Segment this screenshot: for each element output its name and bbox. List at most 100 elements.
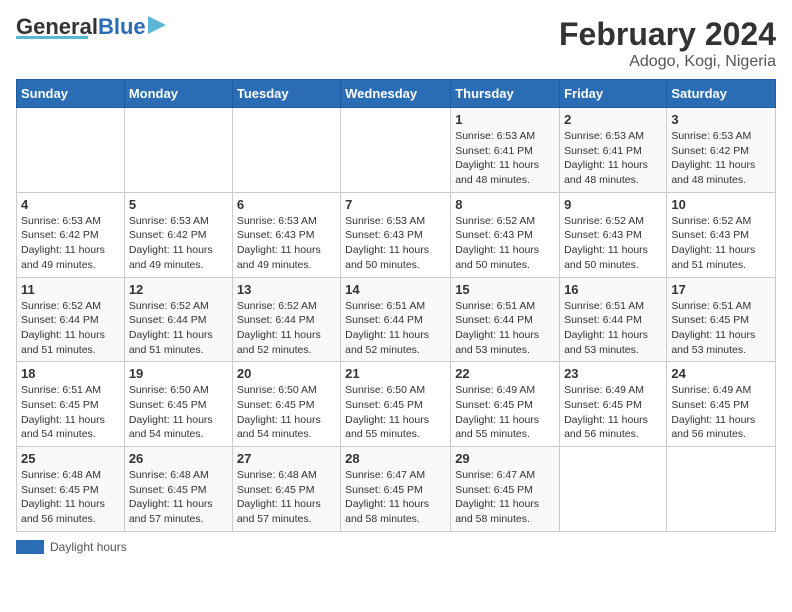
day-info: Sunrise: 6:53 AMSunset: 6:41 PMDaylight:…	[455, 129, 555, 188]
day-number: 29	[455, 451, 555, 466]
day-number: 21	[345, 366, 446, 381]
calendar-cell: 6 Sunrise: 6:53 AMSunset: 6:43 PMDaylight…	[232, 192, 340, 277]
weekday-header: Friday	[560, 80, 667, 108]
day-info: Sunrise: 6:48 AMSunset: 6:45 PMDaylight:…	[237, 468, 336, 527]
day-info: Sunrise: 6:53 AMSunset: 6:42 PMDaylight:…	[21, 214, 120, 273]
calendar-cell: 5 Sunrise: 6:53 AMSunset: 6:42 PMDaylight…	[124, 192, 232, 277]
day-info: Sunrise: 6:50 AMSunset: 6:45 PMDaylight:…	[129, 383, 228, 442]
day-info: Sunrise: 6:49 AMSunset: 6:45 PMDaylight:…	[455, 383, 555, 442]
day-info: Sunrise: 6:51 AMSunset: 6:44 PMDaylight:…	[345, 299, 446, 358]
day-number: 5	[129, 197, 228, 212]
day-number: 25	[21, 451, 120, 466]
calendar-cell: 14Sunrise: 6:51 AMSunset: 6:44 PMDayligh…	[341, 277, 451, 362]
weekday-header: Saturday	[667, 80, 776, 108]
day-number: 16	[564, 282, 662, 297]
day-info: Sunrise: 6:52 AMSunset: 6:43 PMDaylight:…	[671, 214, 771, 273]
day-number: 24	[671, 366, 771, 381]
weekday-header: Tuesday	[232, 80, 340, 108]
day-number: 11	[21, 282, 120, 297]
day-info: Sunrise: 6:52 AMSunset: 6:44 PMDaylight:…	[21, 299, 120, 358]
calendar-cell: 4 Sunrise: 6:53 AMSunset: 6:42 PMDaylight…	[17, 192, 125, 277]
day-info: Sunrise: 6:52 AMSunset: 6:44 PMDaylight:…	[129, 299, 228, 358]
day-number: 3	[671, 112, 771, 127]
day-info: Sunrise: 6:50 AMSunset: 6:45 PMDaylight:…	[345, 383, 446, 442]
day-info: Sunrise: 6:47 AMSunset: 6:45 PMDaylight:…	[455, 468, 555, 527]
header-row: SundayMondayTuesdayWednesdayThursdayFrid…	[17, 80, 776, 108]
logo-text: GeneralBlue	[16, 16, 146, 38]
day-number: 8	[455, 197, 555, 212]
day-number: 19	[129, 366, 228, 381]
day-number: 26	[129, 451, 228, 466]
calendar-cell: 8 Sunrise: 6:52 AMSunset: 6:43 PMDaylight…	[451, 192, 560, 277]
calendar-cell: 23 Sunrise: 6:49 AMSunset: 6:45 PMDayligh…	[560, 362, 667, 447]
day-info: Sunrise: 6:53 AMSunset: 6:43 PMDaylight:…	[237, 214, 336, 273]
day-number: 13	[237, 282, 336, 297]
calendar-cell: 22Sunrise: 6:49 AMSunset: 6:45 PMDayligh…	[451, 362, 560, 447]
calendar-cell: 13 Sunrise: 6:52 AMSunset: 6:44 PMDayligh…	[232, 277, 340, 362]
legend: Daylight hours	[16, 540, 776, 554]
weekday-header: Thursday	[451, 80, 560, 108]
calendar-cell: 19 Sunrise: 6:50 AMSunset: 6:45 PMDayligh…	[124, 362, 232, 447]
day-number: 1	[455, 112, 555, 127]
day-info: Sunrise: 6:52 AMSunset: 6:44 PMDaylight:…	[237, 299, 336, 358]
page-header: GeneralBlue February 2024 Adogo, Kogi, N…	[16, 16, 776, 71]
day-number: 4	[21, 197, 120, 212]
day-info: Sunrise: 6:48 AMSunset: 6:45 PMDaylight:…	[21, 468, 120, 527]
calendar-cell: 12 Sunrise: 6:52 AMSunset: 6:44 PMDayligh…	[124, 277, 232, 362]
day-number: 15	[455, 282, 555, 297]
calendar-cell	[17, 108, 125, 193]
calendar-cell	[124, 108, 232, 193]
day-number: 27	[237, 451, 336, 466]
day-info: Sunrise: 6:51 AMSunset: 6:44 PMDaylight:…	[564, 299, 662, 358]
day-info: Sunrise: 6:52 AMSunset: 6:43 PMDaylight:…	[455, 214, 555, 273]
calendar-week-row: 4 Sunrise: 6:53 AMSunset: 6:42 PMDaylight…	[17, 192, 776, 277]
calendar-cell: 27 Sunrise: 6:48 AMSunset: 6:45 PMDayligh…	[232, 447, 340, 532]
day-info: Sunrise: 6:53 AMSunset: 6:43 PMDaylight:…	[345, 214, 446, 273]
weekday-header: Wednesday	[341, 80, 451, 108]
calendar-table: SundayMondayTuesdayWednesdayThursdayFrid…	[16, 79, 776, 532]
day-info: Sunrise: 6:49 AMSunset: 6:45 PMDaylight:…	[564, 383, 662, 442]
weekday-header: Sunday	[17, 80, 125, 108]
calendar-cell: 7 Sunrise: 6:53 AMSunset: 6:43 PMDaylight…	[341, 192, 451, 277]
calendar-cell: 16 Sunrise: 6:51 AMSunset: 6:44 PMDayligh…	[560, 277, 667, 362]
legend-label: Daylight hours	[50, 540, 127, 554]
weekday-header: Monday	[124, 80, 232, 108]
page-title: February 2024	[559, 16, 776, 53]
calendar-week-row: 25 Sunrise: 6:48 AMSunset: 6:45 PMDayligh…	[17, 447, 776, 532]
page-subtitle: Adogo, Kogi, Nigeria	[559, 53, 776, 71]
calendar-cell: 20Sunrise: 6:50 AMSunset: 6:45 PMDayligh…	[232, 362, 340, 447]
calendar-cell: 3Sunrise: 6:53 AMSunset: 6:42 PMDaylight…	[667, 108, 776, 193]
day-number: 28	[345, 451, 446, 466]
calendar-cell: 15 Sunrise: 6:51 AMSunset: 6:44 PMDayligh…	[451, 277, 560, 362]
calendar-cell: 2Sunrise: 6:53 AMSunset: 6:41 PMDaylight…	[560, 108, 667, 193]
day-info: Sunrise: 6:48 AMSunset: 6:45 PMDaylight:…	[129, 468, 228, 527]
calendar-cell: 11 Sunrise: 6:52 AMSunset: 6:44 PMDayligh…	[17, 277, 125, 362]
day-number: 9	[564, 197, 662, 212]
calendar-cell	[667, 447, 776, 532]
calendar-cell	[341, 108, 451, 193]
calendar-week-row: 18 Sunrise: 6:51 AMSunset: 6:45 PMDayligh…	[17, 362, 776, 447]
calendar-cell: 9 Sunrise: 6:52 AMSunset: 6:43 PMDaylight…	[560, 192, 667, 277]
calendar-cell: 28 Sunrise: 6:47 AMSunset: 6:45 PMDayligh…	[341, 447, 451, 532]
day-info: Sunrise: 6:51 AMSunset: 6:44 PMDaylight:…	[455, 299, 555, 358]
day-info: Sunrise: 6:47 AMSunset: 6:45 PMDaylight:…	[345, 468, 446, 527]
legend-color-box	[16, 540, 44, 554]
calendar-cell: 26 Sunrise: 6:48 AMSunset: 6:45 PMDayligh…	[124, 447, 232, 532]
day-info: Sunrise: 6:53 AMSunset: 6:42 PMDaylight:…	[129, 214, 228, 273]
day-number: 6	[237, 197, 336, 212]
day-info: Sunrise: 6:49 AMSunset: 6:45 PMDaylight:…	[671, 383, 771, 442]
day-info: Sunrise: 6:51 AMSunset: 6:45 PMDaylight:…	[21, 383, 120, 442]
calendar-cell: 18 Sunrise: 6:51 AMSunset: 6:45 PMDayligh…	[17, 362, 125, 447]
day-info: Sunrise: 6:53 AMSunset: 6:41 PMDaylight:…	[564, 129, 662, 188]
day-number: 18	[21, 366, 120, 381]
calendar-cell: 10 Sunrise: 6:52 AMSunset: 6:43 PMDayligh…	[667, 192, 776, 277]
day-number: 10	[671, 197, 771, 212]
day-info: Sunrise: 6:52 AMSunset: 6:43 PMDaylight:…	[564, 214, 662, 273]
day-number: 20	[237, 366, 336, 381]
calendar-week-row: 1 Sunrise: 6:53 AMSunset: 6:41 PMDaylight…	[17, 108, 776, 193]
calendar-cell	[560, 447, 667, 532]
day-number: 12	[129, 282, 228, 297]
day-number: 7	[345, 197, 446, 212]
day-number: 23	[564, 366, 662, 381]
logo: GeneralBlue	[16, 16, 168, 39]
